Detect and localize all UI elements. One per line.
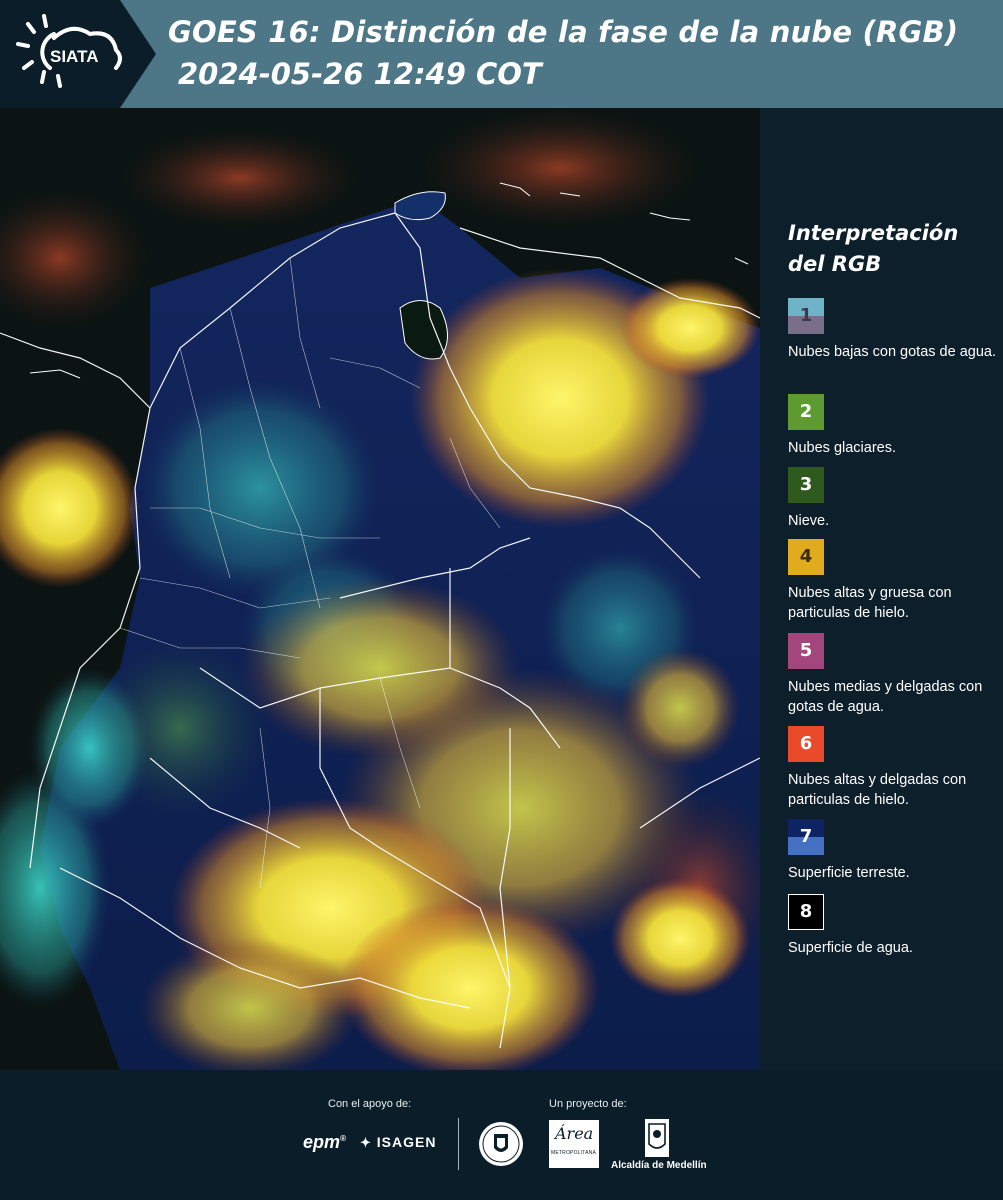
legend-label-7: Superficie terreste.: [788, 865, 910, 881]
legend-item-7: 7 Superficie terreste.: [788, 819, 1003, 883]
legend-item-6: 6 Nubes altas y delgadas con particulas …: [788, 726, 1003, 810]
page-title: GOES 16: Distinción de la fase de la nub…: [168, 15, 959, 49]
legend-item-5: 5 Nubes medias y delgadas con gotas de a…: [788, 633, 1003, 717]
footer-divider: [458, 1118, 459, 1170]
project-label: Un proyecto de:: [549, 1098, 627, 1110]
legend-label-4: Nubes altas y gruesa con particulas de h…: [788, 585, 952, 621]
area-metropolitana-logo: Área METROPOLITANA: [549, 1120, 599, 1168]
isagen-mark-icon: ✦: [360, 1135, 372, 1150]
legend-label-1: Nubes bajas con gotas de agua.: [788, 344, 996, 360]
legend-panel: Interpretación del RGB 1 Nubes bajas con…: [760, 108, 1003, 1070]
legend-item-8: 8 Superficie de agua.: [788, 894, 1003, 958]
support-label: Con el apoyo de:: [328, 1098, 412, 1110]
page-subtitle-datetime: 2024-05-26 12:49 COT: [178, 57, 542, 91]
footer: Con el apoyo de: Un proyecto de: epm® ✦ …: [0, 1070, 1003, 1200]
legend-swatch-4: 4: [788, 539, 824, 575]
svg-text:SIATA: SIATA: [50, 47, 98, 66]
legend-item-1: 1 Nubes bajas con gotas de agua.: [788, 298, 1003, 362]
isagen-logo: ✦ ISAGEN: [360, 1134, 437, 1150]
legend-label-3: Nieve.: [788, 513, 830, 529]
legend-label-6: Nubes altas y delgadas con particulas de…: [788, 772, 967, 808]
legend-swatch-1: 1: [788, 298, 824, 334]
legend-swatch-5: 5: [788, 633, 824, 669]
legend-label-8: Superficie de agua.: [788, 940, 913, 956]
legend-swatch-7: 7: [788, 819, 824, 855]
legend-title: Interpretación del RGB: [788, 221, 959, 276]
legend-swatch-3: 3: [788, 467, 824, 503]
medellin-seal-icon: [479, 1122, 523, 1166]
legend-label-2: Nubes glaciares.: [788, 440, 896, 456]
legend-swatch-6: 6: [788, 726, 824, 762]
alcaldia-shield-icon: [645, 1119, 669, 1157]
legend-label-5: Nubes medias y delgadas con gotas de agu…: [788, 679, 983, 715]
siata-logo: SIATA: [16, 14, 122, 88]
legend-item-2: 2 Nubes glaciares.: [788, 394, 1003, 458]
legend-swatch-2: 2: [788, 394, 824, 430]
map-svg: [0, 108, 760, 1070]
alcaldia-label: Alcaldía de Medellín: [611, 1160, 707, 1171]
legend-item-3: 3 Nieve.: [788, 467, 1003, 531]
legend-item-4: 4 Nubes altas y gruesa con particulas de…: [788, 539, 1003, 623]
epm-logo: epm®: [303, 1132, 346, 1152]
legend-swatch-8: 8: [788, 894, 824, 930]
satellite-rgb-map: [0, 108, 760, 1070]
header: SIATA GOES 16: Distinción de la fase de …: [0, 0, 1003, 108]
